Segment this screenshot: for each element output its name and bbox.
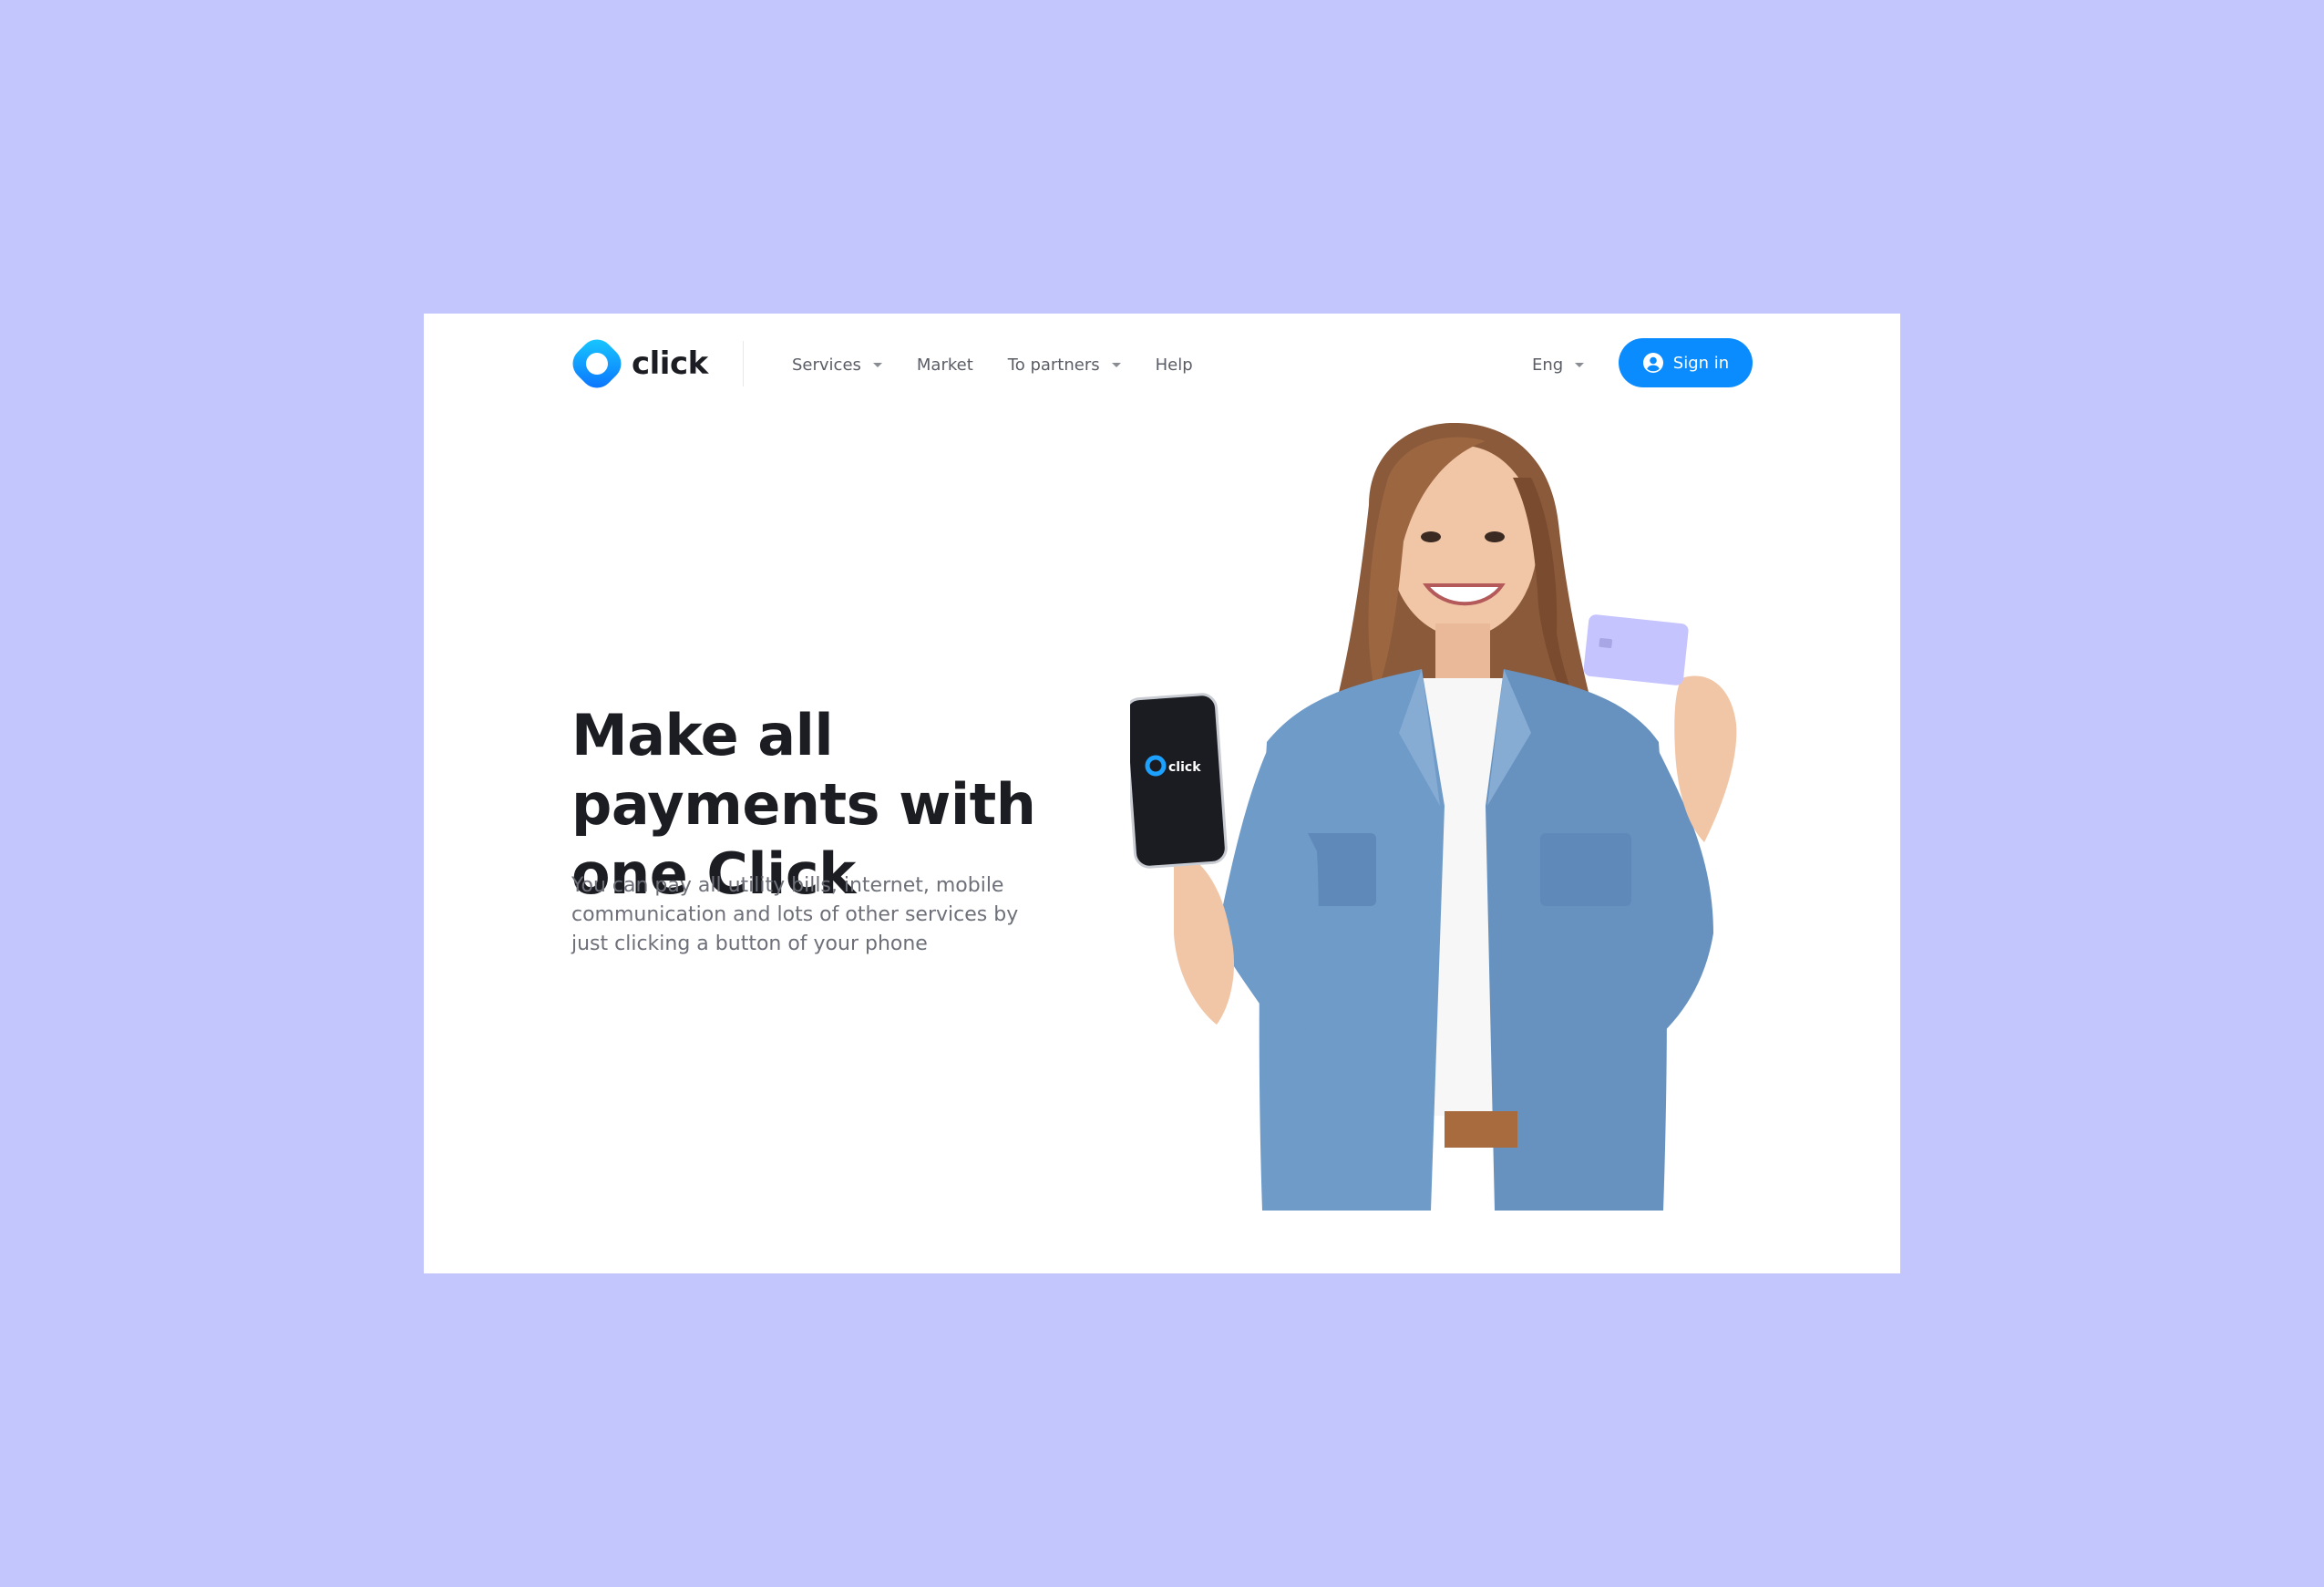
nav-item-services[interactable]: Services — [792, 356, 882, 375]
phone-mockup: click — [1130, 693, 1228, 869]
language-selector[interactable]: Eng — [1532, 350, 1585, 379]
sign-in-button[interactable]: Sign in — [1619, 338, 1753, 387]
logo-text: click — [632, 345, 708, 382]
nav-divider — [743, 341, 744, 386]
nav-item-label: Help — [1155, 355, 1193, 375]
chevron-down-icon — [1575, 362, 1585, 367]
nav-item-help[interactable]: Help — [1156, 356, 1193, 375]
nav-item-label: To partners — [1007, 355, 1100, 375]
language-label: Eng — [1532, 355, 1564, 375]
logo[interactable]: click — [571, 338, 708, 389]
payment-card — [1583, 614, 1689, 685]
nav-item-label: Services — [792, 355, 861, 375]
hero-subtitle: You can pay all utility bills, internet,… — [571, 874, 1019, 955]
nav-item-to-partners[interactable]: To partners — [1008, 356, 1121, 375]
chevron-down-icon — [872, 362, 882, 367]
chevron-down-icon — [1111, 362, 1121, 367]
sign-in-label: Sign in — [1672, 353, 1730, 373]
hero-photo-woman-with-phone-and-card: click — [1130, 423, 1737, 1211]
main-nav: Services Market To partners Help — [792, 350, 1228, 379]
user-circle-icon — [1642, 353, 1663, 373]
nav-item-label: Market — [916, 355, 973, 375]
svg-text:click: click — [1168, 760, 1201, 775]
click-logo-icon — [572, 339, 622, 388]
nav-item-market[interactable]: Market — [917, 356, 973, 375]
landing-page: click Services Market To partners Help E… — [424, 314, 1900, 1273]
